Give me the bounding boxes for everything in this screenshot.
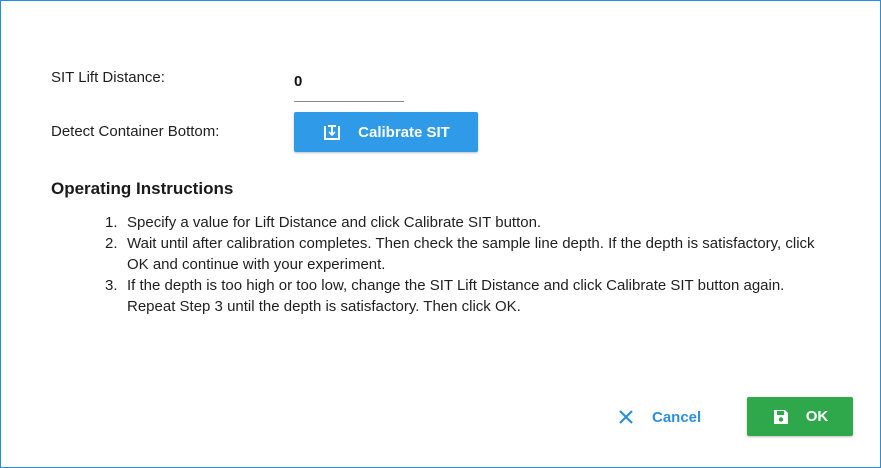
detect-container-bottom-label: Detect Container Bottom: xyxy=(51,123,220,140)
ok-button[interactable]: OK xyxy=(747,397,853,436)
cancel-label: Cancel xyxy=(652,408,702,426)
instruction-item: 2. Wait until after calibration complete… xyxy=(105,233,835,275)
ok-label: OK xyxy=(805,408,829,425)
instruction-number: 2. xyxy=(105,235,118,252)
lift-distance-input[interactable] xyxy=(294,69,400,93)
instructions-title: Operating Instructions xyxy=(51,179,234,198)
save-icon xyxy=(772,408,790,426)
sit-calibration-dialog: SIT Lift Distance: Detect Container Bott… xyxy=(0,0,881,468)
instructions-list: 1. Specify a value for Lift Distance and… xyxy=(105,212,835,317)
instruction-text: Specify a value for Lift Distance and cl… xyxy=(127,214,542,231)
instruction-item: 3. If the depth is too high or too low, … xyxy=(105,275,835,317)
lift-distance-label: SIT Lift Distance: xyxy=(51,69,165,86)
instruction-number: 1. xyxy=(105,214,118,231)
instruction-text: Wait until after calibration completes. … xyxy=(127,235,815,273)
calibrate-sit-icon xyxy=(322,122,342,142)
calibrate-sit-label: Calibrate SIT xyxy=(358,123,450,141)
calibrate-sit-button[interactable]: Calibrate SIT xyxy=(294,112,478,152)
close-icon xyxy=(617,408,635,426)
lift-distance-field[interactable] xyxy=(294,65,404,102)
instruction-text: If the depth is too high or too low, cha… xyxy=(127,277,785,315)
cancel-button[interactable]: Cancel xyxy=(607,399,717,435)
instruction-item: 1. Specify a value for Lift Distance and… xyxy=(105,212,835,233)
instruction-number: 3. xyxy=(105,277,118,294)
